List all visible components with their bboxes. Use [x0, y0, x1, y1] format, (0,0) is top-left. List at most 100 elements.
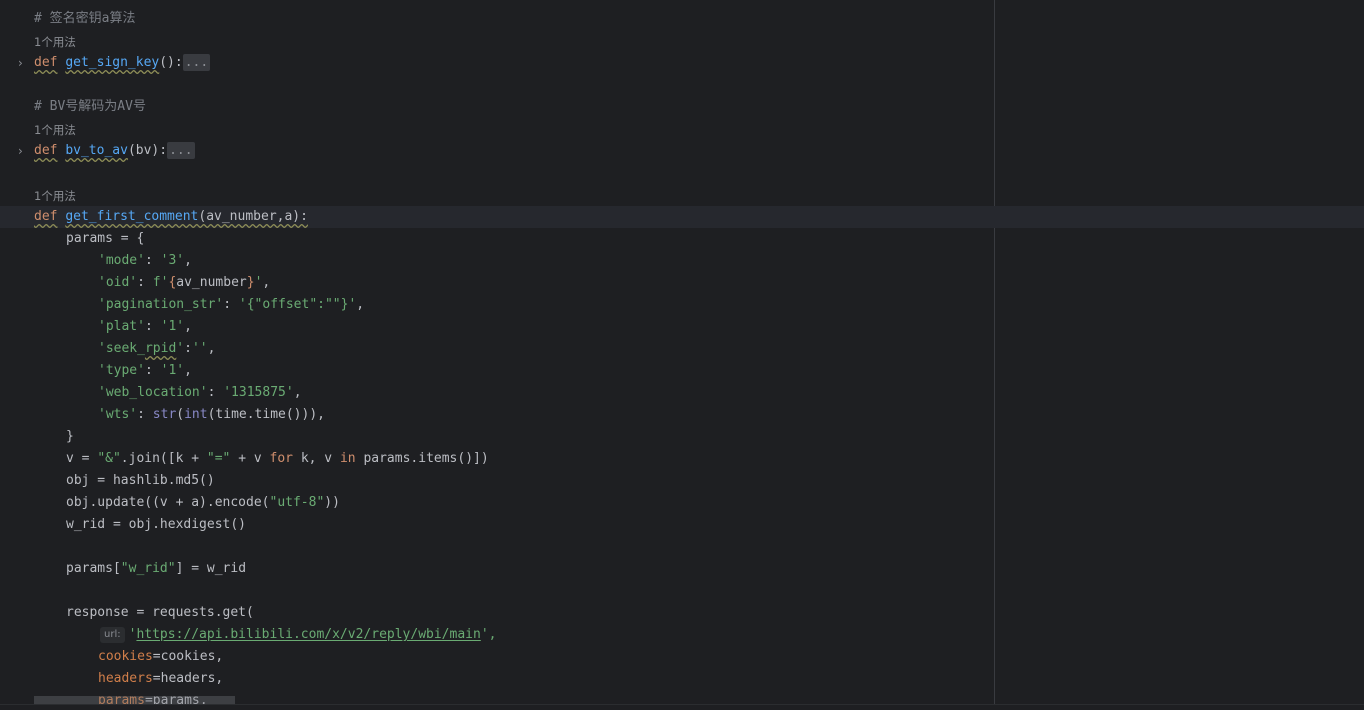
code-line[interactable]: response = requests.get( — [0, 602, 1364, 624]
code-text: w_rid = obj.hexdigest() — [66, 517, 247, 532]
code-line[interactable]: 'pagination_str': '{"offset":""}', — [0, 294, 1364, 316]
code-text: 'oid': f'{av_number}', — [98, 275, 271, 290]
usage-hint-line[interactable]: 1个用法 — [0, 185, 1364, 207]
code-text: )) — [324, 495, 340, 510]
code-text: obj.update((v + a).encode("utf-8")) — [66, 492, 340, 514]
string-literal: 'wts' — [98, 407, 138, 422]
function-def: def get_first_comment(av_number,a): — [34, 206, 308, 228]
fold-expand-icon[interactable]: › — [18, 140, 28, 162]
fold-expand-icon[interactable]: › — [18, 52, 28, 74]
code-text: obj = hashlib.md5() — [66, 473, 215, 488]
code-text: .join([k + — [120, 451, 207, 466]
code-line[interactable]: params["w_rid"] = w_rid — [0, 558, 1364, 580]
parameter-name-hint: url: — [100, 627, 125, 643]
string-literal: ' — [254, 275, 263, 290]
code-text: v = — [66, 451, 98, 466]
fstring-brace: } — [246, 275, 255, 290]
string-literal: 'pagination_str' — [98, 297, 224, 312]
keyword-def: def — [34, 209, 58, 224]
usage-count-hint[interactable]: 1个用法 — [34, 185, 76, 207]
code-text: ] = w_rid — [175, 561, 247, 576]
typo-warning[interactable]: rpid — [145, 341, 176, 356]
code-text: =cookies, — [152, 649, 224, 664]
builtin: int — [184, 407, 208, 422]
code-text: k, v — [293, 451, 340, 466]
code-text: + v — [230, 451, 270, 466]
string-literal: ', — [480, 627, 497, 642]
keyword-def: def — [34, 143, 58, 158]
keyword-in: in — [339, 451, 356, 466]
code-text: v = "&".join([k + "=" + v for k, v in pa… — [66, 448, 489, 470]
code-text: } — [66, 429, 74, 444]
string-literal: 'oid' — [98, 275, 138, 290]
string-literal: '{"offset":""}' — [238, 297, 357, 312]
code-line[interactable]: params = { — [0, 228, 1364, 250]
code-line[interactable]: 'plat': '1', — [0, 316, 1364, 338]
code-line[interactable]: # 签名密钥a算法 — [0, 8, 1364, 30]
editor-status-dots: ·· — [1344, 0, 1357, 5]
code-text: params = { — [66, 231, 145, 246]
function-name[interactable]: get_sign_key — [65, 55, 159, 70]
comment: # BV号解码为AV号 — [34, 99, 146, 114]
code-line[interactable]: › def bv_to_av(bv):... — [0, 140, 1364, 162]
string-literal: '3' — [160, 253, 185, 268]
code-text: params.items()]) — [355, 451, 489, 466]
code-line[interactable]: obj = hashlib.md5() — [0, 470, 1364, 492]
usage-count-hint[interactable]: 1个用法 — [34, 119, 76, 141]
string-literal: 'plat' — [98, 319, 145, 334]
code-line[interactable]: 'oid': f'{av_number}', — [0, 272, 1364, 294]
code-line[interactable]: # BV号解码为AV号 — [0, 96, 1364, 118]
code-line[interactable]: } — [0, 426, 1364, 448]
comment: # 签名密钥a算法 — [34, 11, 136, 26]
code-line[interactable]: 'seek_rpid':'', — [0, 338, 1364, 360]
current-code-line[interactable]: def get_first_comment(av_number,a): — [0, 206, 1364, 228]
string-literal: 'type' — [98, 363, 145, 378]
code-text: 'plat': '1', — [98, 319, 192, 334]
function-params: (av_number,a): — [198, 209, 308, 224]
string-literal: '1' — [160, 319, 185, 334]
code-text: =headers, — [152, 671, 224, 686]
string-literal: 'seek_ — [98, 341, 145, 356]
code-line[interactable]: 'web_location': '1315875', — [0, 382, 1364, 404]
code-text: 'mode': '3', — [98, 253, 192, 268]
function-name[interactable]: bv_to_av — [65, 143, 128, 158]
string-literal: ' — [176, 341, 185, 356]
horizontal-scrollbar-thumb[interactable] — [34, 696, 235, 704]
code-line[interactable]: headers=headers, — [0, 668, 1364, 690]
code-text: 'pagination_str': '{"offset":""}', — [98, 297, 365, 312]
string-literal: "=" — [206, 451, 231, 466]
code-text: 'web_location': '1315875', — [98, 385, 302, 400]
usage-count-hint[interactable]: 1个用法 — [34, 31, 76, 53]
url-link[interactable]: https://api.bilibili.com/x/v2/reply/wbi/… — [136, 627, 480, 642]
code-line[interactable]: › def get_sign_key():... — [0, 52, 1364, 74]
code-text: url:'https://api.bilibili.com/x/v2/reply… — [100, 624, 496, 646]
function-def: def bv_to_av(bv):... — [34, 140, 195, 162]
function-def: def get_sign_key():... — [34, 52, 211, 74]
keyword-argument: headers — [98, 671, 153, 686]
code-text: (time.time())), — [207, 407, 325, 422]
code-line[interactable]: w_rid = obj.hexdigest() — [0, 514, 1364, 536]
code-text: cookies=cookies, — [98, 646, 223, 668]
code-line[interactable]: cookies=cookies, — [0, 646, 1364, 668]
editor-bottom-edge — [0, 705, 1364, 710]
string-literal: '' — [191, 341, 208, 356]
code-line[interactable]: 'wts': str(int(time.time())), — [0, 404, 1364, 426]
folded-code-placeholder[interactable]: ... — [167, 142, 195, 159]
string-literal: '1315875' — [223, 385, 294, 400]
string-literal: "&" — [97, 451, 121, 466]
code-line[interactable]: obj.update((v + a).encode("utf-8")) — [0, 492, 1364, 514]
code-text: 'wts': str(int(time.time())), — [98, 407, 325, 422]
usage-hint-line[interactable]: 1个用法 — [0, 31, 1364, 53]
string-literal: 'web_location' — [98, 385, 208, 400]
function-name[interactable]: get_first_comment — [65, 209, 198, 224]
function-params: (): — [159, 55, 183, 70]
usage-hint-line[interactable]: 1个用法 — [0, 119, 1364, 141]
code-editor[interactable]: ·· # 签名密钥a算法 1个用法 › def get_sign_key():.… — [0, 0, 1364, 710]
code-line[interactable]: 'type': '1', — [0, 360, 1364, 382]
code-text: params["w_rid"] = w_rid — [66, 558, 246, 580]
code-line[interactable]: 'mode': '3', — [0, 250, 1364, 272]
code-text: params[ — [66, 561, 121, 576]
code-line[interactable]: v = "&".join([k + "=" + v for k, v in pa… — [0, 448, 1364, 470]
folded-code-placeholder[interactable]: ... — [182, 54, 211, 71]
code-line[interactable]: url:'https://api.bilibili.com/x/v2/reply… — [0, 624, 1364, 646]
